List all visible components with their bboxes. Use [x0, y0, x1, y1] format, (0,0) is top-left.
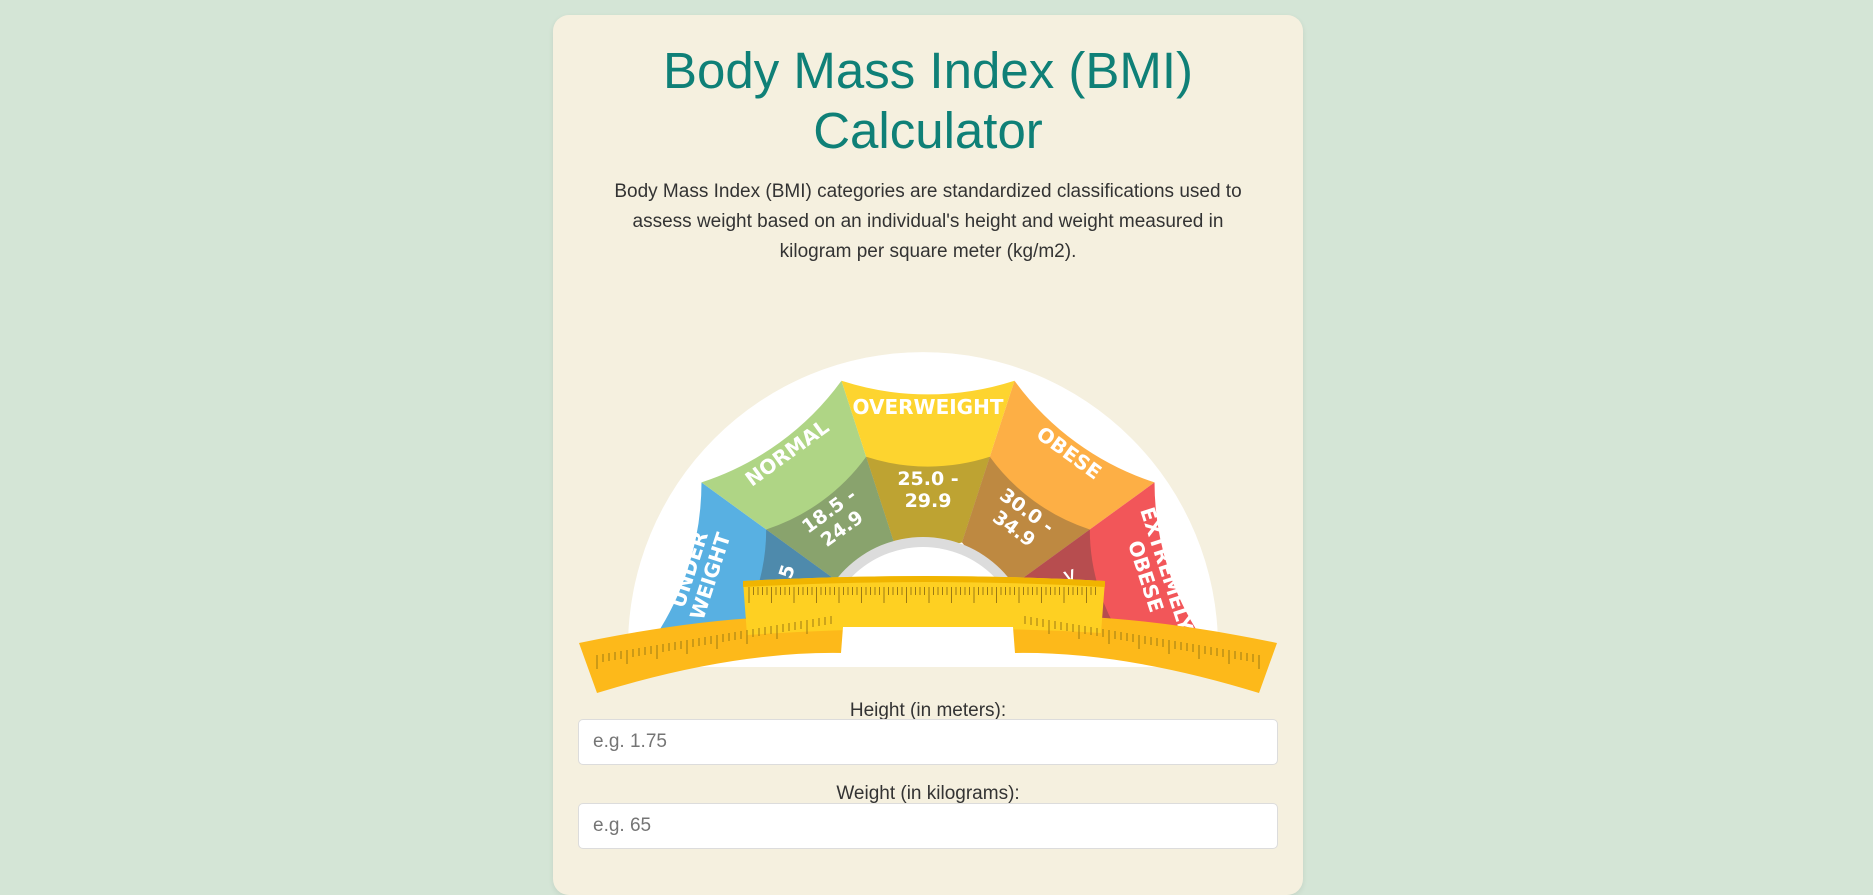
height-input[interactable]: [578, 719, 1278, 765]
bmi-card: Body Mass Index (BMI) Calculator Body Ma…: [553, 15, 1303, 895]
weight-label: Weight (in kilograms):: [836, 783, 1020, 804]
page-description: Body Mass Index (BMI) categories are sta…: [614, 181, 1242, 262]
weight-input[interactable]: [578, 803, 1278, 849]
gauge-category-label: OVERWEIGHT: [853, 395, 1004, 419]
bmi-gauge-illustration: UNDERWEIGHT< 18.5NORMAL18.5 -24.9OVERWEI…: [579, 352, 1277, 693]
page-title: Body Mass Index (BMI) Calculator: [663, 42, 1193, 159]
gauge-range-label: 25.0 -29.9: [897, 468, 958, 512]
